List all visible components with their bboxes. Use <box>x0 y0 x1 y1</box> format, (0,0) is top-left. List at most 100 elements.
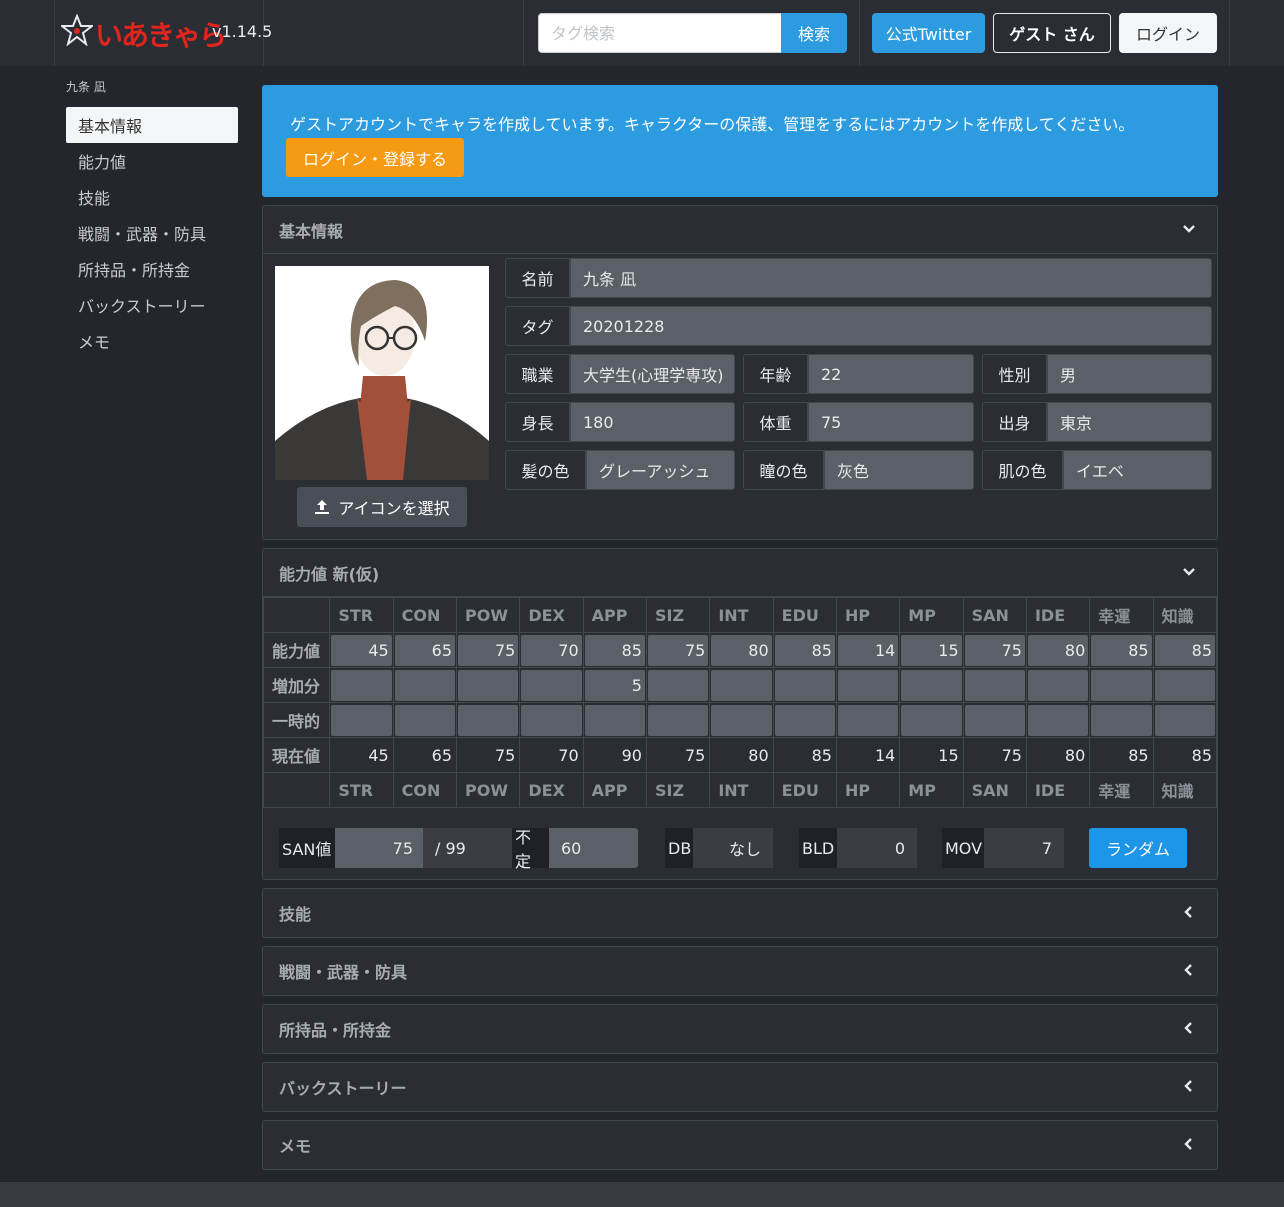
items-header[interactable]: 所持品・所持金 <box>263 1005 1217 1053</box>
ability-cell: 85 <box>772 632 837 668</box>
chevron-left-icon <box>1184 1080 1192 1092</box>
select-icon-button[interactable]: アイコンを選択 <box>297 487 467 527</box>
ability-input[interactable] <box>774 704 835 736</box>
combat-header[interactable]: 戦闘・武器・防具 <box>263 947 1217 995</box>
ability-input[interactable] <box>837 704 899 736</box>
eye-input[interactable]: 灰色 <box>824 450 974 490</box>
twitter-button[interactable]: 公式Twitter <box>872 13 985 53</box>
hair-input[interactable]: グレーアッシュ <box>586 450 735 490</box>
ability-input[interactable]: 75 <box>964 634 1025 666</box>
origin-label: 出身 <box>982 402 1047 442</box>
brand[interactable]: いあきゃら v1.14.5 <box>54 0 272 66</box>
ability-input[interactable]: 15 <box>901 634 962 666</box>
ability-column-header: EDU <box>772 597 837 633</box>
ability-input[interactable]: 65 <box>394 634 455 666</box>
weight-input[interactable]: 75 <box>808 402 974 442</box>
navbar: いあきゃら v1.14.5 検索 公式Twitter ゲスト さん ログイン <box>0 0 1284 66</box>
mov-label: MOV <box>942 828 984 868</box>
ability-input[interactable]: 14 <box>837 634 899 666</box>
memo-header[interactable]: メモ <box>263 1121 1217 1169</box>
ability-input[interactable] <box>1027 669 1089 701</box>
mov-value: 7 <box>984 828 1064 868</box>
ability-input[interactable] <box>458 669 519 701</box>
ability-input[interactable]: 85 <box>1091 634 1152 666</box>
ability-input[interactable]: 45 <box>331 634 392 666</box>
ability-cell <box>455 702 521 738</box>
select-icon-label: アイコンを選択 <box>338 499 450 518</box>
ability-input[interactable] <box>964 669 1025 701</box>
sidebar-item-skills[interactable]: 技能 <box>66 179 238 215</box>
ability-column-header: SAN <box>962 597 1027 633</box>
ability-input[interactable]: 85 <box>584 634 645 666</box>
ability-input[interactable]: 75 <box>458 634 519 666</box>
items-card: 所持品・所持金 <box>262 1004 1218 1054</box>
ability-input[interactable] <box>1154 704 1215 736</box>
ability-input[interactable]: 85 <box>1154 634 1215 666</box>
skin-input[interactable]: イエベ <box>1063 450 1212 490</box>
basic-info-header[interactable]: 基本情報 <box>263 206 1217 254</box>
search-button[interactable]: 検索 <box>781 13 847 53</box>
chevron-left-icon <box>1184 1022 1192 1034</box>
ability-input[interactable] <box>837 669 899 701</box>
random-button[interactable]: ランダム <box>1089 828 1187 868</box>
tag-input[interactable]: 20201228 <box>570 306 1212 346</box>
ability-input[interactable] <box>647 704 709 736</box>
tag-search-input[interactable] <box>538 13 782 53</box>
guest-user-button[interactable]: ゲスト さん <box>993 13 1111 53</box>
ability-input[interactable] <box>1091 704 1152 736</box>
skills-header[interactable]: 技能 <box>263 889 1217 937</box>
sidebar-item-memo[interactable]: メモ <box>66 323 238 359</box>
ability-input[interactable]: 70 <box>521 634 582 666</box>
sidebar-item-basic-info[interactable]: 基本情報 <box>66 107 238 143</box>
sidebar-item-abilities[interactable]: 能力値 <box>66 143 238 179</box>
ability-input[interactable] <box>774 669 835 701</box>
job-input[interactable]: 大学生(心理学専攻) <box>570 354 735 394</box>
ability-cell: 75 <box>645 632 711 668</box>
ability-input[interactable] <box>711 704 772 736</box>
ability-input[interactable] <box>331 704 392 736</box>
origin-input[interactable]: 東京 <box>1047 402 1212 442</box>
ability-input[interactable] <box>394 669 455 701</box>
ability-input[interactable] <box>901 704 962 736</box>
ability-input[interactable] <box>394 704 455 736</box>
ability-input[interactable] <box>584 704 645 736</box>
sidebar-item-combat[interactable]: 戦闘・武器・防具 <box>66 215 238 251</box>
ability-input[interactable] <box>1027 704 1089 736</box>
ability-cell <box>962 667 1027 703</box>
ability-input[interactable] <box>647 669 709 701</box>
ability-input[interactable] <box>458 704 519 736</box>
ability-cell <box>1089 702 1154 738</box>
ability-input[interactable] <box>521 704 582 736</box>
ability-input[interactable]: 80 <box>711 634 772 666</box>
ability-column-header: 知識 <box>1152 597 1218 633</box>
ability-input[interactable] <box>1154 669 1215 701</box>
sidebar-item-backstory[interactable]: バックストーリー <box>66 287 238 323</box>
age-input[interactable]: 22 <box>808 354 974 394</box>
indefinite-input[interactable]: 60 <box>549 828 638 868</box>
ability-column-header: HP <box>835 597 901 633</box>
san-input[interactable]: 75 <box>335 828 423 868</box>
ability-input[interactable] <box>1091 669 1152 701</box>
ability-column-header-row: STR CON POW DEX APP SIZ INT EDU HP MP SAN IDE 幸運 知識 <box>262 597 1218 633</box>
ability-input[interactable]: 5 <box>584 669 645 701</box>
height-input[interactable]: 180 <box>570 402 735 442</box>
ability-input[interactable] <box>901 669 962 701</box>
ability-input[interactable] <box>964 704 1025 736</box>
ability-input[interactable] <box>331 669 392 701</box>
name-input[interactable]: 九条 凪 <box>570 258 1212 298</box>
login-button[interactable]: ログイン <box>1119 13 1217 53</box>
ability-input[interactable] <box>711 669 772 701</box>
backstory-header[interactable]: バックストーリー <box>263 1063 1217 1111</box>
backstory-title: バックストーリー <box>279 1079 407 1098</box>
ability-input[interactable]: 75 <box>647 634 709 666</box>
login-register-button[interactable]: ログイン・登録する <box>286 138 464 177</box>
ability-input[interactable] <box>521 669 582 701</box>
ability-row: 一時的 <box>262 702 1218 738</box>
ability-input[interactable]: 80 <box>1027 634 1089 666</box>
ability-cell: 80 <box>1025 737 1091 773</box>
abilities-header[interactable]: 能力値 新(仮) <box>263 549 1217 597</box>
ability-input[interactable]: 85 <box>774 634 835 666</box>
character-avatar <box>275 266 489 480</box>
sidebar-item-items[interactable]: 所持品・所持金 <box>66 251 238 287</box>
sex-input[interactable]: 男 <box>1047 354 1212 394</box>
